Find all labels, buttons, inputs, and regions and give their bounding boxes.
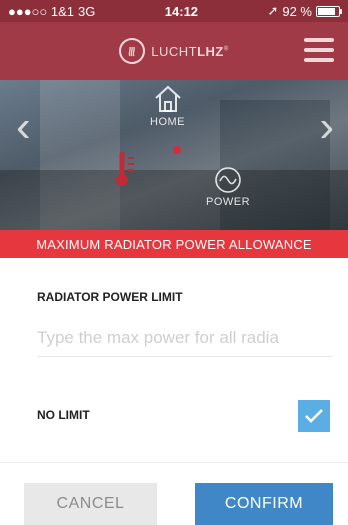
brand-name: LUCHTLHZ®: [151, 43, 229, 59]
home-icon: [154, 85, 181, 112]
power-nav-item[interactable]: POWER: [206, 166, 250, 208]
carousel-prev-icon[interactable]: ‹: [16, 105, 31, 149]
status-right: ➚ 92 %: [267, 3, 342, 19]
active-indicator-dot: [173, 146, 181, 154]
battery-icon: [316, 5, 342, 17]
confirm-button[interactable]: CONFIRM: [195, 483, 333, 525]
home-nav-item[interactable]: HOME: [150, 84, 185, 128]
status-time: 14:12: [164, 3, 199, 19]
carrier-signal: ●●●○○ 1&1: [8, 3, 75, 19]
battery-percent: 92 %: [282, 3, 312, 19]
power-limit-input[interactable]: [37, 320, 332, 357]
divider: [0, 462, 348, 463]
status-bar: ●●●○○ 1&1 3G 14:12 ➚ 92 %: [0, 0, 348, 22]
power-limit-label: RADIATOR POWER LIMIT: [37, 290, 183, 304]
no-limit-checkbox[interactable]: [298, 400, 330, 432]
location-arrow-icon: ➚: [267, 3, 279, 18]
section-banner: MAXIMUM RADIATOR POWER ALLOWANCE: [0, 230, 348, 258]
cancel-button[interactable]: CANCEL: [24, 483, 157, 525]
flame-logo-icon: [119, 38, 146, 64]
brand-logo: LUCHTLHZ®: [119, 38, 229, 64]
power-label: POWER: [206, 196, 251, 208]
thermometer-icon[interactable]: [110, 150, 140, 190]
home-label: HOME: [150, 116, 185, 128]
carousel-next-icon[interactable]: ›: [319, 105, 334, 149]
power-wave-icon: [215, 167, 241, 193]
no-limit-label: NO LIMIT: [37, 408, 90, 422]
hero-carousel: ‹ › HOME POWER: [0, 80, 348, 230]
status-left: ●●●○○ 1&1 3G: [8, 4, 95, 19]
checkmark-icon: [305, 409, 323, 423]
hamburger-menu-icon[interactable]: [304, 38, 334, 62]
network-type: 3G: [78, 3, 96, 19]
app-header: LUCHTLHZ®: [0, 22, 348, 80]
